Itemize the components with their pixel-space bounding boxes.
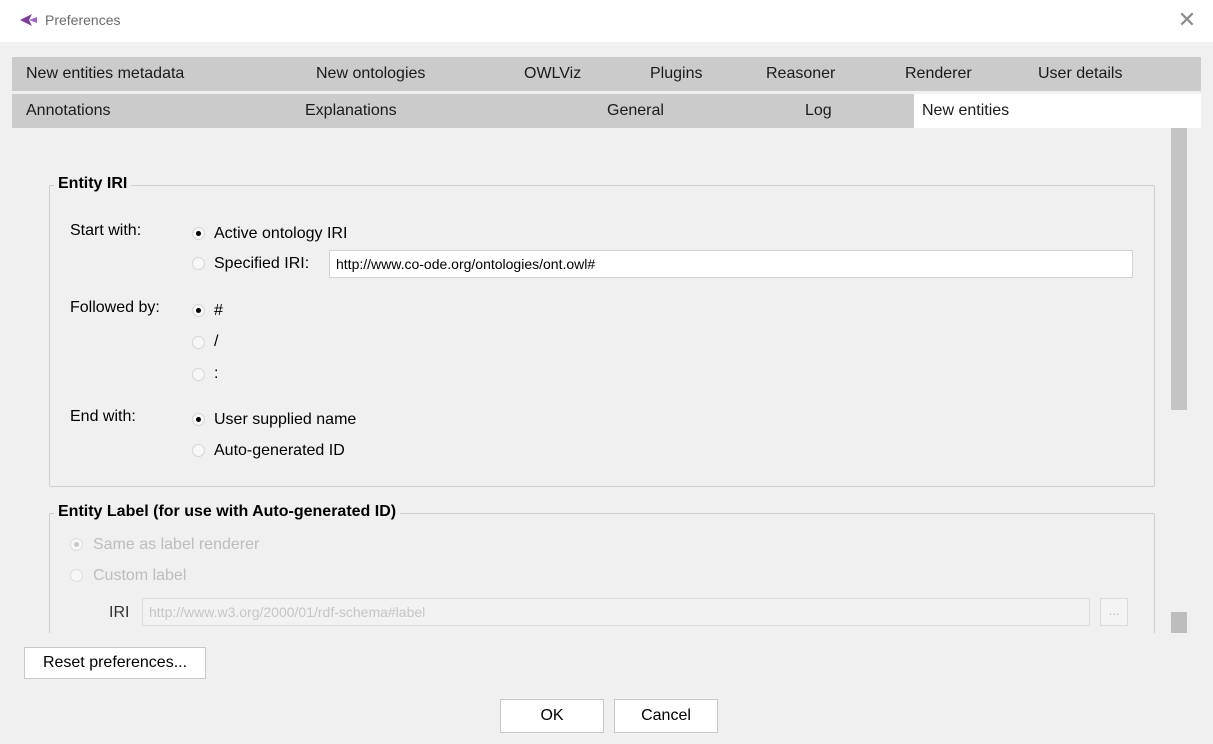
radio-same-as-label-renderer[interactable] xyxy=(70,538,83,551)
tab-new-ontologies[interactable]: New ontologies xyxy=(316,57,425,91)
tab-new-entities-metadata[interactable]: New entities metadata xyxy=(26,57,184,91)
active-ontology-iri-label: Active ontology IRI xyxy=(214,225,348,242)
radio-hash[interactable] xyxy=(192,304,205,317)
followed-by-label: Followed by: xyxy=(70,299,160,316)
tab-new-entities[interactable]: New entities xyxy=(914,94,1201,128)
hash-label: # xyxy=(214,302,223,319)
radio-colon[interactable] xyxy=(192,368,205,381)
start-with-label: Start with: xyxy=(70,222,142,239)
label-iri-input[interactable] xyxy=(142,598,1090,626)
slash-label: / xyxy=(214,333,219,350)
title-bar: Preferences ✕ xyxy=(0,0,1213,42)
custom-label-label: Custom label xyxy=(93,567,187,584)
tab-renderer[interactable]: Renderer xyxy=(905,57,972,91)
radio-specified-iri[interactable] xyxy=(192,257,205,270)
same-as-label-renderer-label: Same as label renderer xyxy=(93,536,260,553)
tab-general[interactable]: General xyxy=(607,94,664,128)
tab-log[interactable]: Log xyxy=(805,94,832,128)
entity-label-title: Entity Label (for use with Auto-generate… xyxy=(54,503,401,521)
scrollbar-thumb[interactable] xyxy=(1171,128,1187,410)
iri-label: IRI xyxy=(109,604,130,621)
tab-plugins[interactable]: Plugins xyxy=(650,57,702,91)
tab-row-top: New entities metadata New ontologies OWL… xyxy=(12,57,1201,91)
end-with-label: End with: xyxy=(70,408,136,425)
specified-iri-label: Specified IRI: xyxy=(214,255,310,272)
browse-iri-button[interactable]: ... xyxy=(1100,598,1128,626)
user-supplied-name-label: User supplied name xyxy=(214,411,357,428)
vertical-scrollbar[interactable] xyxy=(1171,128,1187,633)
tab-user-details[interactable]: User details xyxy=(1038,57,1122,91)
reset-preferences-button[interactable]: Reset preferences... xyxy=(24,647,206,679)
radio-active-ontology-iri[interactable] xyxy=(192,227,205,240)
cancel-button[interactable]: Cancel xyxy=(614,699,718,733)
ok-button[interactable]: OK xyxy=(500,699,604,733)
window-title: Preferences xyxy=(45,12,121,28)
radio-slash[interactable] xyxy=(192,336,205,349)
radio-custom-label[interactable] xyxy=(70,569,83,582)
radio-auto-generated-id[interactable] xyxy=(192,444,205,457)
close-button[interactable]: ✕ xyxy=(1171,6,1203,34)
scrollbar-bottom-thumb[interactable] xyxy=(1171,612,1187,633)
tab-annotations[interactable]: Annotations xyxy=(26,94,111,128)
tab-owlviz[interactable]: OWLViz xyxy=(524,57,581,91)
entity-iri-title: Entity IRI xyxy=(54,175,132,193)
protege-logo-icon xyxy=(20,14,37,26)
tab-explanations[interactable]: Explanations xyxy=(305,94,397,128)
radio-user-supplied-name[interactable] xyxy=(192,413,205,426)
colon-label: : xyxy=(214,365,219,382)
close-icon: ✕ xyxy=(1177,7,1197,32)
auto-generated-id-label: Auto-generated ID xyxy=(214,442,345,459)
tab-row-bottom: Annotations Explanations General Log New… xyxy=(12,94,1201,128)
new-entities-panel: Entity IRI Start with: Active ontology I… xyxy=(12,128,1201,633)
specified-iri-input[interactable] xyxy=(329,250,1133,278)
tab-reasoner[interactable]: Reasoner xyxy=(766,57,835,91)
